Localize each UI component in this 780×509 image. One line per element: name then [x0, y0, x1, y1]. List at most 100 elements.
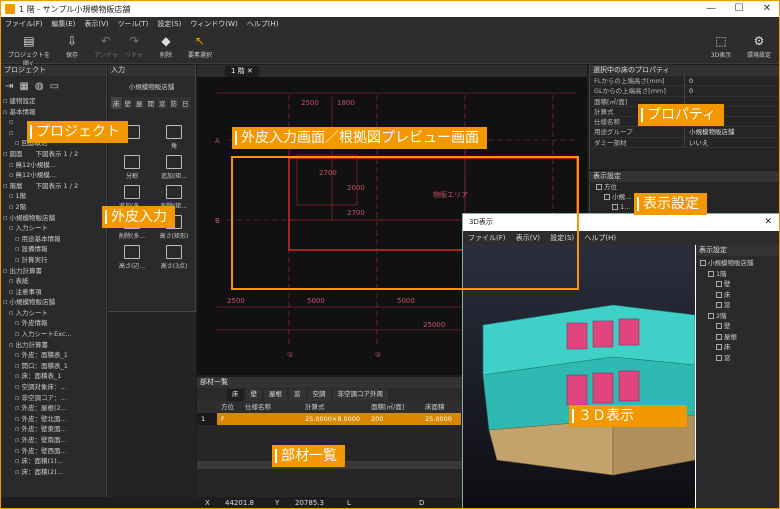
tree-item[interactable]: ▫ 床：面積(1)...	[3, 456, 106, 467]
tree-item[interactable]: ▫ 入力シートExc...	[3, 329, 106, 340]
tree-item[interactable]: ▫ 用途基本情報	[3, 234, 106, 245]
menu-help[interactable]: ヘルプ(H)	[247, 19, 279, 29]
tree-item[interactable]: ▫ 設備情報	[3, 244, 106, 255]
tree-item[interactable]: ▫ 外皮：壁西面...	[3, 446, 106, 457]
tree-item[interactable]: ▫ 外皮：壁南面...	[3, 435, 106, 446]
checkbox-icon[interactable]	[716, 281, 722, 287]
checkbox-icon[interactable]	[708, 312, 714, 319]
delete-button[interactable]: ◆ 削除	[153, 34, 179, 59]
input-tool-button[interactable]: 分割	[114, 155, 150, 180]
checkbox-icon[interactable]	[604, 194, 610, 200]
calc-icon[interactable]: ▦	[19, 81, 28, 92]
maximize-button[interactable]: ☐	[725, 1, 753, 17]
tree-item[interactable]: ▫ 表紙	[3, 276, 106, 287]
w3d-tree-item[interactable]: 床	[698, 342, 779, 353]
member-tab[interactable]: 床	[227, 389, 244, 401]
tab-1f[interactable]: 1 階 ✕	[225, 66, 259, 77]
w3d-tree-item[interactable]: 1階	[698, 269, 779, 280]
checkbox-icon[interactable]	[716, 323, 722, 329]
table-cell[interactable]: 25.0000	[421, 413, 461, 425]
tree-item[interactable]: ▫ 小規模物販店舗	[3, 213, 106, 224]
menu-view[interactable]: 表示(V)	[84, 19, 108, 29]
input-tab[interactable]: 開	[145, 97, 156, 109]
tree-item[interactable]: ▫ 計算実行	[3, 255, 106, 266]
tree-item[interactable]: ▫ 注意事項	[3, 287, 106, 298]
input-tab[interactable]: 屋	[134, 97, 145, 109]
tree-item[interactable]: ▫ 基本情報	[3, 107, 106, 118]
table-cell[interactable]: 200	[367, 413, 421, 425]
import-icon[interactable]: ⇥	[5, 81, 13, 92]
property-value[interactable]: いいえ	[685, 138, 709, 147]
input-tool-button[interactable]: 追加(矩...	[156, 155, 192, 180]
tree-item[interactable]: ▫ 外皮：屋根(2...	[3, 403, 106, 414]
tree-item[interactable]: ▫ 階層 下図表示 1 / 2	[3, 181, 106, 192]
checkbox-icon[interactable]	[708, 270, 714, 277]
w3d-tree-item[interactable]: 壁	[698, 279, 779, 290]
table-cell[interactable]: 1	[197, 413, 217, 425]
checkbox-icon[interactable]	[700, 260, 706, 266]
input-tab[interactable]: 床	[111, 97, 122, 109]
tree-item[interactable]: ▫ 外皮：壁東面...	[3, 424, 106, 435]
close-button[interactable]: ✕	[753, 1, 779, 17]
w3d-tree-item[interactable]: 床	[698, 290, 779, 301]
table-cell[interactable]	[241, 413, 301, 425]
column-header[interactable]: 面積[㎡/面]	[367, 401, 421, 413]
member-tab[interactable]: 窓	[289, 389, 306, 401]
checkbox-icon[interactable]	[612, 204, 618, 210]
property-value[interactable]: 0	[685, 86, 693, 95]
display-tree-item[interactable]: 方位	[596, 182, 779, 192]
tree-item[interactable]: ▫ 小規模物販店舗	[3, 297, 106, 308]
tree-item[interactable]: ▫ 1階	[3, 191, 106, 202]
tree-item[interactable]: ▫ 外皮情報	[3, 318, 106, 329]
w3d-menu-help[interactable]: ヘルプ(H)	[584, 234, 616, 242]
table-cell[interactable]: F	[217, 413, 241, 425]
column-header[interactable]: 計算式	[301, 401, 367, 413]
close-tab-icon[interactable]: ✕	[247, 67, 253, 75]
w3d-tree-item[interactable]: 窓	[698, 300, 779, 311]
view3d-button[interactable]: ⬚ 3D表示	[707, 34, 735, 59]
tree-item[interactable]: ▫ 空調対象床：...	[3, 382, 106, 393]
input-tab[interactable]: 防	[168, 97, 179, 109]
column-header[interactable]: 方位	[217, 401, 241, 413]
print-icon[interactable]: ▭	[50, 81, 59, 92]
checkbox-icon[interactable]	[716, 302, 722, 308]
column-header[interactable]	[197, 401, 217, 413]
menu-window[interactable]: ウィンドウ(W)	[190, 19, 237, 29]
menu-edit[interactable]: 編集(E)	[52, 19, 76, 29]
input-tool-button[interactable]: 高さ(3点)	[156, 245, 192, 270]
w3d-tree-item[interactable]: 窓	[698, 353, 779, 364]
tree-item[interactable]: ▫ 出力計算書	[3, 266, 106, 277]
tree-item[interactable]: ▫ 開口：面積表_1	[3, 361, 106, 372]
save-button[interactable]: ⇩ 保存	[59, 34, 85, 59]
column-header[interactable]: 仕様名称	[241, 401, 301, 413]
tree-item[interactable]: ▫ 床：面積表_1	[3, 371, 106, 382]
checkbox-icon[interactable]	[716, 354, 722, 361]
undo-button[interactable]: ↶ アンドゥ	[93, 34, 119, 59]
tree-item[interactable]: ▫ 無12小規模...	[3, 170, 106, 181]
globe-icon[interactable]: ◍	[35, 81, 44, 92]
open-project-button[interactable]: ▤プロジェクトを開く	[7, 34, 51, 68]
tree-item[interactable]: ▫ 外皮：面積表_1	[3, 350, 106, 361]
tree-item[interactable]: ▫ 図面 下図表示 1 / 2	[3, 149, 106, 160]
w3d-tree-item[interactable]: 小規模物販店舗	[698, 258, 779, 269]
member-tab[interactable]: 非空調コア外周	[332, 389, 388, 401]
tree-item[interactable]: ▫ 2階	[3, 202, 106, 213]
column-header[interactable]: 床面積	[421, 401, 461, 413]
select-element-button[interactable]: ↖ 要素選択	[183, 34, 217, 59]
table-row[interactable]: 1 F 25.0000×8.0000 200 25.0000	[197, 413, 465, 425]
property-value[interactable]: 0	[685, 76, 693, 85]
menu-tools[interactable]: ツール(T)	[118, 19, 149, 29]
input-tab[interactable]: 窓	[157, 97, 168, 109]
tree-item[interactable]: ▫ 非空調コア：...	[3, 393, 106, 404]
environment-settings-button[interactable]: ⚙ 環境設定	[741, 34, 777, 59]
w3d-tree-item[interactable]: 2階	[698, 311, 779, 322]
member-tab[interactable]: 屋根	[264, 389, 287, 401]
window-3d-close-button[interactable]: ✕	[764, 214, 772, 231]
input-tab[interactable]: 日	[180, 97, 191, 109]
checkbox-icon[interactable]	[716, 333, 722, 340]
minimize-button[interactable]: —	[697, 1, 725, 17]
menu-settings[interactable]: 設定(S)	[157, 19, 181, 29]
tree-item[interactable]: ▫ 外皮：壁北面...	[3, 414, 106, 425]
input-tool-button[interactable]: 角	[156, 125, 192, 150]
tree-item[interactable]: ▫ 無12小規模...	[3, 160, 106, 171]
